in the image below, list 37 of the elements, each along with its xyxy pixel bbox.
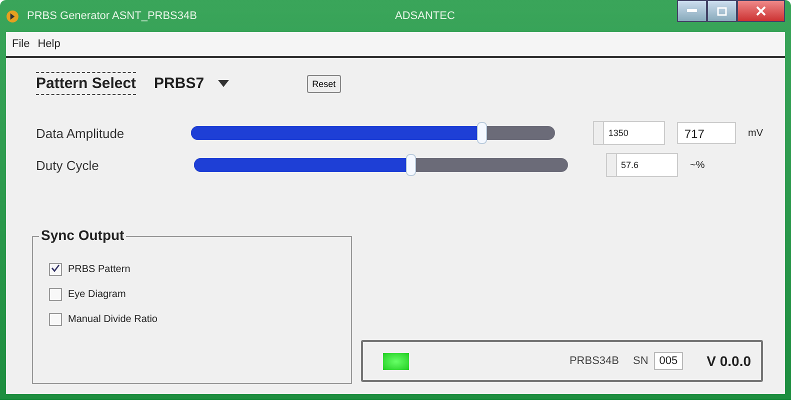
spin-box[interactable]: 1350 bbox=[593, 121, 666, 145]
close-button[interactable] bbox=[737, 0, 785, 22]
sn-label: SN bbox=[632, 355, 648, 367]
slider-label: Duty Cycle bbox=[36, 158, 100, 172]
slider[interactable] bbox=[194, 153, 568, 177]
checkbox[interactable] bbox=[49, 288, 62, 301]
maximize-button[interactable] bbox=[707, 0, 737, 22]
spin-box[interactable]: 57.6 bbox=[606, 153, 678, 177]
checkbox-label: Manual Divide Ratio bbox=[68, 314, 158, 325]
menu-item[interactable]: Help bbox=[38, 38, 60, 50]
unit-label: mV bbox=[748, 128, 763, 138]
checkbox-label: Eye Diagram bbox=[68, 289, 126, 300]
slider-label: Data Amplitude bbox=[36, 126, 126, 140]
minimize-button[interactable] bbox=[677, 0, 707, 22]
unit-label: ~% bbox=[690, 160, 705, 170]
checkbox[interactable] bbox=[49, 313, 62, 326]
company-name: ADSANTEC bbox=[395, 10, 456, 22]
app-icon bbox=[6, 10, 19, 22]
checkbox[interactable] bbox=[49, 263, 62, 276]
caret-icon bbox=[218, 80, 230, 87]
reset-button[interactable]: Reset bbox=[307, 74, 341, 92]
checkbox-label: PRBS Pattern bbox=[68, 264, 130, 275]
serial-number-field: 005 bbox=[654, 352, 683, 370]
close-icon bbox=[756, 6, 766, 16]
model-label: PRBS34B bbox=[569, 355, 619, 367]
slider[interactable] bbox=[190, 121, 556, 145]
slider-thumb[interactable] bbox=[477, 122, 488, 144]
menu-item[interactable]: File bbox=[12, 38, 30, 50]
group-title: Sync Output bbox=[39, 227, 126, 243]
value-field[interactable]: 717 bbox=[677, 122, 736, 144]
minimize-icon bbox=[687, 9, 697, 13]
maximize-icon bbox=[717, 6, 727, 16]
pattern-select-label: Pattern Select bbox=[36, 72, 136, 95]
window-title: PRBS Generator ASNT_PRBS34B bbox=[27, 10, 198, 22]
version-label: V 0.0.0 bbox=[706, 353, 751, 369]
pattern-dropdown[interactable]: PRBS7 bbox=[150, 73, 234, 94]
slider-thumb[interactable] bbox=[406, 154, 416, 176]
